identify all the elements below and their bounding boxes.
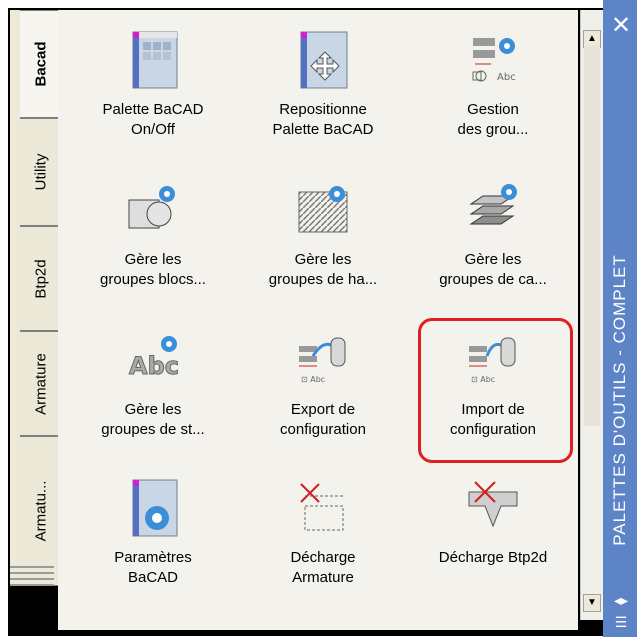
tab-stack-edges bbox=[10, 560, 54, 590]
properties-icon[interactable]: ☰ bbox=[613, 614, 629, 630]
export-config-icon: ⊡ Abc bbox=[299, 337, 346, 384]
tool-layer-groups[interactable]: Gère les groupes de ca... bbox=[408, 178, 578, 290]
block-groups-icon bbox=[128, 186, 175, 229]
close-icon[interactable]: ✕ bbox=[611, 14, 631, 38]
unload-armature-icon bbox=[300, 483, 344, 531]
palette-title: PALETTES D'OUTILS - COMPLET bbox=[610, 254, 629, 546]
tool-reposition-palette[interactable]: Repositionne Palette BaCAD bbox=[238, 28, 408, 140]
tool-hatch-groups[interactable]: Gère les groupes de ha... bbox=[238, 178, 408, 290]
palette-titlebar[interactable]: ✕ PALETTES D'OUTILS - COMPLET ◂▸ ☰ bbox=[603, 0, 637, 637]
tab-bacad[interactable]: Bacad bbox=[20, 10, 62, 118]
unload-btp2d-icon bbox=[468, 481, 518, 528]
move-palette-icon bbox=[300, 31, 348, 89]
scroll-down-button[interactable]: ▼ bbox=[583, 594, 601, 612]
svg-text:⊡ Abc: ⊡ Abc bbox=[301, 375, 325, 384]
tab-armature[interactable]: Armature bbox=[20, 331, 62, 436]
palette-icon bbox=[132, 31, 178, 89]
tab-strip: Bacad Utility Btp2d Armature Armatu... bbox=[10, 10, 62, 586]
settings-icon bbox=[132, 479, 178, 537]
tab-btp2d[interactable]: Btp2d bbox=[20, 226, 62, 331]
group-management-icon: Abc bbox=[472, 38, 516, 83]
svg-text:Abc: Abc bbox=[129, 352, 179, 380]
tool-export-config[interactable]: ⊡ Abc Export de configuration bbox=[238, 328, 408, 440]
style-groups-icon: Abc bbox=[129, 336, 179, 381]
tool-style-groups[interactable]: Abc Gère les groupes de st... bbox=[68, 328, 238, 440]
layer-groups-icon bbox=[469, 184, 517, 225]
autohide-icon[interactable]: ◂▸ bbox=[613, 592, 629, 608]
vertical-scrollbar[interactable]: ▲ ▼ bbox=[580, 10, 603, 620]
highlight-box bbox=[418, 318, 573, 463]
svg-text:Abc: Abc bbox=[497, 72, 516, 83]
tool-unload-btp2d[interactable]: Décharge Btp2d bbox=[408, 476, 578, 568]
scroll-thumb[interactable] bbox=[584, 46, 600, 426]
tool-block-groups[interactable]: Gère les groupes blocs... bbox=[68, 178, 238, 290]
tab-utility[interactable]: Utility bbox=[20, 118, 62, 226]
tool-group-management[interactable]: Abc Gestion des grou... bbox=[408, 28, 578, 140]
hatch-groups-icon bbox=[298, 186, 348, 233]
tool-unload-armature[interactable]: Décharge Armature bbox=[238, 476, 408, 588]
tool-bacad-settings[interactable]: Paramètres BaCAD bbox=[68, 476, 238, 588]
tool-grid: Palette BaCAD On/Off Repositionne Palette … bbox=[58, 10, 578, 630]
tool-palette-onoff[interactable]: Palette BaCAD On/Off bbox=[68, 28, 238, 140]
